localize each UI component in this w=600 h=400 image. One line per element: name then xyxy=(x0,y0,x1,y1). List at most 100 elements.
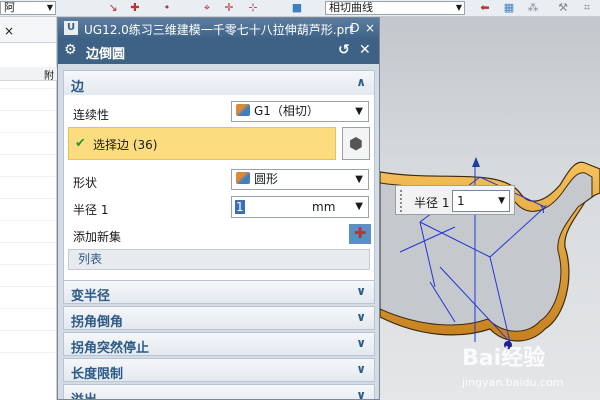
list-item[interactable] xyxy=(0,221,56,243)
chevron-down-icon: ∨ xyxy=(356,362,366,376)
nx-app-icon: U xyxy=(64,21,78,35)
list-toggle[interactable]: 列表 xyxy=(68,249,370,270)
tangent-icon xyxy=(236,104,250,116)
pin-icon[interactable]: D xyxy=(348,20,362,36)
pattern-icon[interactable]: ⁂ xyxy=(526,1,540,15)
z-axis-arrow xyxy=(472,157,480,167)
shape-select[interactable]: 圆形 ▼ xyxy=(231,169,369,190)
list-item[interactable] xyxy=(0,243,56,265)
list-item[interactable] xyxy=(0,155,56,177)
radius-popup-value: 1 xyxy=(457,194,465,208)
part-navigator: × 附 xyxy=(0,17,57,400)
add-new-set-label: 添加新集 xyxy=(73,230,122,244)
section-stop-short-of-corner[interactable]: 拐角突然停止 ∨ xyxy=(63,332,375,356)
navigator-column-header: 附 xyxy=(0,67,57,82)
chevron-down-icon: ▼ xyxy=(46,3,53,12)
list-item[interactable] xyxy=(0,287,56,309)
chevron-down-icon: ∨ xyxy=(356,310,366,324)
midpoint-icon[interactable]: ⊹ xyxy=(246,1,260,15)
list-item[interactable] xyxy=(0,199,56,221)
section-variable-radius[interactable]: 变半径 ∨ xyxy=(63,280,375,304)
section-title: 长度限制 xyxy=(71,367,124,382)
section-title: 拐角突然停止 xyxy=(71,341,150,356)
chevron-down-icon: ▼ xyxy=(355,174,363,185)
vertex-icon[interactable]: ⌖ xyxy=(200,1,214,15)
chevron-down-icon: ∨ xyxy=(356,284,366,298)
chevron-down-icon: ∨ xyxy=(356,388,366,400)
reset-icon[interactable]: ↺ xyxy=(338,42,350,58)
solid-icon[interactable]: ■ xyxy=(290,1,304,15)
gear-icon[interactable]: ⚙ xyxy=(64,42,77,58)
section-corner-setback[interactable]: 拐角倒角 ∨ xyxy=(63,306,375,330)
dot-icon[interactable]: • xyxy=(160,1,174,15)
section-title: 溢出 xyxy=(71,389,97,399)
point-icon[interactable]: ✚ xyxy=(128,1,142,15)
selection-filter-combo[interactable]: 阿 ▼ xyxy=(0,1,56,15)
radius-popup-label: 半径 1 xyxy=(414,196,450,210)
edge-group-header[interactable]: 边 ∧ xyxy=(64,71,374,95)
curve-rule-combo[interactable]: 相切曲线 ▼ xyxy=(325,1,465,15)
shape-label: 形状 xyxy=(73,176,98,190)
close-icon[interactable]: × xyxy=(363,20,377,36)
radius-value: 1 xyxy=(235,200,245,214)
radius-label: 半径 1 xyxy=(73,203,109,217)
continuity-select[interactable]: G1（相切） ▼ xyxy=(231,101,369,122)
intersection-icon[interactable]: ✛ xyxy=(222,1,236,15)
chevron-down-icon: ▼ xyxy=(355,201,363,212)
axis-y-label: Y xyxy=(539,203,547,216)
radius-popup[interactable]: 半径 1 1 ▼ xyxy=(395,185,515,215)
continuity-value: G1（相切） xyxy=(254,104,319,118)
chevron-down-icon: ▼ xyxy=(455,3,462,12)
window-titlebar: U UG12.0练习三维建模一千零七十八拉伸葫芦形.prt D × xyxy=(58,18,379,38)
edge-blend-dialog: U UG12.0练习三维建模一千零七十八拉伸葫芦形.prt D × ⚙ 边倒圆 … xyxy=(57,17,380,400)
checkmark-icon: ✔ xyxy=(75,136,86,151)
continuity-label: 连续性 xyxy=(73,108,110,122)
close-icon[interactable]: × xyxy=(4,24,14,38)
list-item[interactable] xyxy=(0,265,56,287)
circular-shape-icon xyxy=(236,172,250,184)
select-edge-row[interactable]: ✔ 选择边 (36) xyxy=(68,127,336,160)
section-title: 拐角倒角 xyxy=(71,315,124,330)
add-new-set-icon[interactable]: ✚ xyxy=(349,224,371,244)
list-item[interactable] xyxy=(0,111,56,133)
radius-input[interactable]: 1 mm ▼ xyxy=(231,196,369,218)
baidu-watermark: Bai经验 jingyan.baidu.com xyxy=(462,340,597,396)
section-title: 变半径 xyxy=(71,289,111,304)
watermark-brand: Bai经验 xyxy=(462,346,546,371)
selection-filter-value: 阿 xyxy=(4,1,15,14)
section-overflow[interactable]: 溢出 ∨ xyxy=(63,384,375,400)
navigator-header: × xyxy=(0,17,56,43)
top-toolbar: 阿 ▼ ↘ ✚ • ⌖ ✛ ⊹ ■ 相切曲线 ▼ ⬅ ▦ ⁂ ⚒ ⌗ xyxy=(0,0,600,17)
list-label: 列表 xyxy=(78,252,103,266)
grid-snap-icon[interactable]: ▦ xyxy=(502,1,516,15)
list-item[interactable] xyxy=(0,89,56,111)
curve-rule-value: 相切曲线 xyxy=(329,1,373,14)
chevron-up-icon: ∧ xyxy=(356,75,366,89)
dialog-title: 边倒圆 xyxy=(86,47,126,62)
drag-handle-icon[interactable] xyxy=(400,190,408,212)
tool-icon[interactable]: ⚒ xyxy=(556,1,570,15)
list-item[interactable] xyxy=(0,177,56,199)
close-icon[interactable]: ✕ xyxy=(359,42,371,58)
watermark-url: jingyan.baidu.com xyxy=(462,376,564,389)
clip-icon[interactable]: ⌗ xyxy=(580,1,594,15)
radius-popup-input[interactable]: 1 ▼ xyxy=(452,190,510,212)
list-item[interactable] xyxy=(0,331,56,353)
edge-group: 边 ∧ 连续性 G1（相切） ▼ ✔ 选择边 (36) ⬢ 形状 圆形 ▼ 半径… xyxy=(63,70,375,288)
dialog-header: ⚙ 边倒圆 ↺ ✕ xyxy=(58,38,379,64)
list-item[interactable] xyxy=(0,309,56,331)
snap-icon[interactable]: ↘ xyxy=(106,1,120,15)
arrow-icon[interactable]: ⬅ xyxy=(478,1,492,15)
cube-icon[interactable]: ⬢ xyxy=(342,127,370,160)
window-title: UG12.0练习三维建模一千零七十八拉伸葫芦形.prt xyxy=(84,23,354,37)
chevron-down-icon: ∨ xyxy=(356,336,366,350)
section-length-limit[interactable]: 长度限制 ∨ xyxy=(63,358,375,382)
list-item[interactable] xyxy=(0,133,56,155)
radius-unit: mm xyxy=(312,200,336,214)
edge-group-title: 边 xyxy=(71,80,85,95)
shape-value: 圆形 xyxy=(254,172,279,186)
chevron-down-icon: ▼ xyxy=(355,106,363,117)
select-edge-label: 选择边 (36) xyxy=(93,138,158,152)
chevron-down-icon: ▼ xyxy=(498,196,505,206)
column-label: 附 xyxy=(44,71,54,82)
